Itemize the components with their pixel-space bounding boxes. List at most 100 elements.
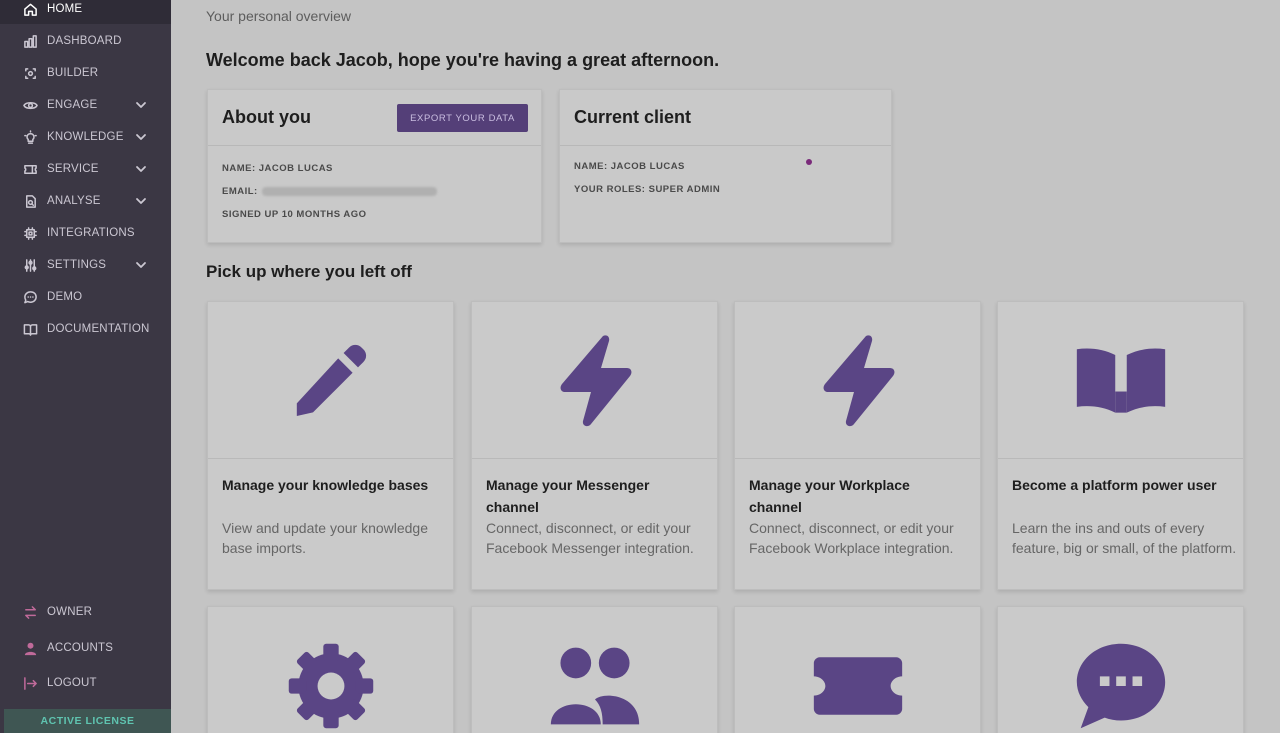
analyse-icon bbox=[22, 193, 38, 209]
user-roles: YOUR ROLES: SUPER ADMIN bbox=[574, 184, 721, 195]
ticket-icon bbox=[813, 656, 902, 715]
sidebar-item-label: DASHBOARD bbox=[47, 35, 122, 47]
sidebar-item-accounts[interactable]: ACCOUNTS bbox=[0, 633, 171, 663]
user-name: NAME: JACOB LUCAS bbox=[222, 163, 333, 174]
tile-description: Connect, disconnect, or edit your Facebo… bbox=[749, 520, 954, 556]
client-name: NAME: JACOB LUCAS bbox=[574, 161, 685, 172]
status-dot bbox=[806, 159, 812, 165]
gear-icon bbox=[288, 643, 373, 728]
logout-icon bbox=[22, 675, 38, 691]
eye-icon bbox=[22, 97, 38, 113]
tile-icon-area bbox=[735, 607, 980, 733]
user-icon bbox=[22, 640, 38, 656]
card-title: About you bbox=[222, 107, 311, 127]
blurred-email-value bbox=[261, 186, 437, 196]
sidebar-item-engage[interactable]: ENGAGE bbox=[0, 90, 171, 120]
sidebar-item-label: INTEGRATIONS bbox=[47, 227, 135, 239]
open-book-icon bbox=[1076, 348, 1165, 413]
lightning-icon bbox=[823, 335, 894, 427]
chevron-down-icon[interactable] bbox=[135, 163, 147, 175]
sidebar-item-label: ANALYSE bbox=[47, 195, 101, 207]
active-license-badge: ACTIVE LICENSE bbox=[4, 709, 171, 733]
welcome-heading: Welcome back Jacob, hope you're having a… bbox=[206, 50, 720, 70]
sidebar-item-home[interactable]: HOME bbox=[0, 0, 171, 24]
sidebar-item-label: SERVICE bbox=[47, 163, 99, 175]
tile-messenger-channel[interactable]: Manage your Messenger channel Connect, d… bbox=[471, 301, 718, 590]
tile-title: Manage your Messenger channel bbox=[486, 477, 650, 515]
sidebar-item-label: ENGAGE bbox=[47, 99, 98, 111]
about-you-card: About you EXPORT YOUR DATA NAME: JACOB L… bbox=[207, 89, 542, 243]
sidebar-item-label: DOCUMENTATION bbox=[47, 323, 150, 335]
sidebar-item-service[interactable]: SERVICE bbox=[0, 154, 171, 184]
sidebar-item-dashboard[interactable]: DASHBOARD bbox=[0, 26, 171, 56]
card-title: Current client bbox=[574, 107, 692, 127]
tile-settings[interactable] bbox=[207, 606, 454, 733]
sidebar-item-label: DEMO bbox=[47, 291, 83, 303]
builder-icon bbox=[22, 65, 38, 81]
tile-description: Connect, disconnect, or edit your Facebo… bbox=[486, 520, 694, 556]
tile-title: Manage your Workplace channel bbox=[749, 477, 910, 515]
tile-description: Learn the ins and outs of every feature,… bbox=[1012, 520, 1237, 556]
tile-icon-area bbox=[998, 302, 1243, 459]
tile-demo[interactable] bbox=[997, 606, 1244, 733]
main-content: Your personal overview Welcome back Jaco… bbox=[171, 0, 1280, 733]
tile-icon-area bbox=[208, 302, 453, 459]
tile-title: Manage your knowledge bases bbox=[222, 477, 429, 493]
user-email-row: EMAIL: bbox=[222, 186, 437, 197]
tile-workplace-channel[interactable]: Manage your Workplace channel Connect, d… bbox=[734, 301, 981, 590]
book-icon bbox=[22, 321, 38, 337]
sidebar-item-settings[interactable]: SETTINGS bbox=[0, 250, 171, 280]
tile-icon-area bbox=[472, 302, 717, 459]
lightning-icon bbox=[560, 335, 631, 427]
chevron-down-icon[interactable] bbox=[135, 259, 147, 271]
tile-knowledge-bases[interactable]: Manage your knowledge bases View and upd… bbox=[207, 301, 454, 590]
chevron-down-icon[interactable] bbox=[135, 131, 147, 143]
sidebar-item-label: BUILDER bbox=[47, 67, 99, 79]
lightbulb-icon bbox=[22, 129, 38, 145]
bar-chart-icon bbox=[22, 33, 38, 49]
sidebar-item-owner[interactable]: OWNER bbox=[0, 597, 171, 627]
sidebar-item-builder[interactable]: BUILDER bbox=[0, 58, 171, 88]
sidebar: HOME DASHBOARD BUILDER ENGAGE KNOWLEDGE … bbox=[0, 0, 171, 733]
chevron-down-icon[interactable] bbox=[135, 99, 147, 111]
ticket-icon bbox=[22, 161, 38, 177]
sliders-icon bbox=[22, 257, 38, 273]
tile-title: Become a platform power user bbox=[1012, 477, 1217, 493]
tile-users[interactable] bbox=[471, 606, 718, 733]
swap-icon bbox=[22, 604, 38, 620]
sidebar-item-label: SETTINGS bbox=[47, 259, 107, 271]
signed-up-info: SIGNED UP 10 MONTHS AGO bbox=[222, 209, 367, 220]
sidebar-item-demo[interactable]: DEMO bbox=[0, 282, 171, 312]
sidebar-item-documentation[interactable]: DOCUMENTATION bbox=[0, 314, 171, 344]
section-title: Pick up where you left off bbox=[206, 262, 412, 281]
sidebar-item-analyse[interactable]: ANALYSE bbox=[0, 186, 171, 216]
chat-icon bbox=[22, 289, 38, 305]
sidebar-item-knowledge[interactable]: KNOWLEDGE bbox=[0, 122, 171, 152]
sidebar-item-integrations[interactable]: INTEGRATIONS bbox=[0, 218, 171, 248]
chevron-down-icon[interactable] bbox=[135, 195, 147, 207]
sidebar-item-label: OWNER bbox=[47, 606, 93, 618]
current-client-card: Current client NAME: JACOB LUCAS YOUR RO… bbox=[559, 89, 892, 243]
sidebar-item-label: ACCOUNTS bbox=[47, 642, 114, 654]
home-icon bbox=[22, 1, 38, 17]
sidebar-item-label: HOME bbox=[47, 3, 83, 15]
tile-power-user[interactable]: Become a platform power user Learn the i… bbox=[997, 301, 1244, 590]
tile-service[interactable] bbox=[734, 606, 981, 733]
sidebar-item-label: LOGOUT bbox=[47, 677, 97, 689]
chip-icon bbox=[22, 225, 38, 241]
tile-icon-area bbox=[472, 607, 717, 733]
tile-description: View and update your knowledge base impo… bbox=[222, 520, 429, 556]
email-label: EMAIL: bbox=[222, 186, 258, 197]
tile-icon-area bbox=[735, 302, 980, 459]
tile-icon-area bbox=[208, 607, 453, 733]
users-icon bbox=[550, 647, 639, 724]
chat-bubble-icon bbox=[1076, 643, 1165, 728]
tile-icon-area bbox=[998, 607, 1243, 733]
card-header: Current client bbox=[560, 90, 891, 146]
card-header: About you EXPORT YOUR DATA bbox=[208, 90, 541, 146]
sidebar-item-label: KNOWLEDGE bbox=[47, 131, 124, 143]
sidebar-item-logout[interactable]: LOGOUT bbox=[0, 668, 171, 698]
page-subtitle: Your personal overview bbox=[206, 8, 352, 24]
export-data-button[interactable]: EXPORT YOUR DATA bbox=[397, 104, 528, 132]
pencil-icon bbox=[296, 344, 366, 416]
